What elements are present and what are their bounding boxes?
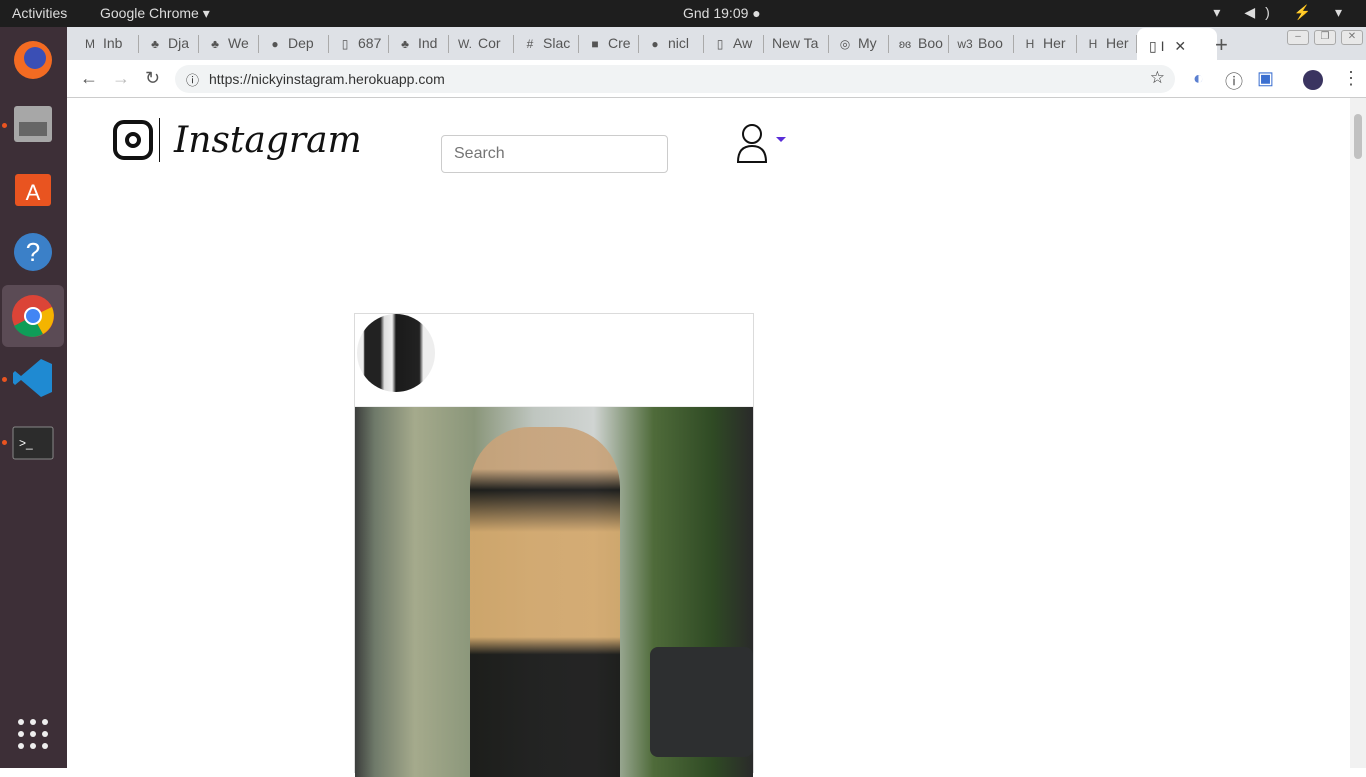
tab-label: Cre — [608, 35, 631, 51]
tab-label: 687 — [358, 35, 382, 51]
bookmark-star-icon[interactable]: ☆ — [1150, 68, 1165, 88]
tab[interactable]: ◎ My — [829, 35, 889, 53]
tab[interactable]: H Her — [1077, 35, 1137, 53]
maximize-button[interactable]: ❐ — [1314, 30, 1336, 45]
svg-text:?: ? — [26, 237, 40, 267]
tab[interactable]: New Ta — [764, 35, 829, 53]
post-avatar[interactable] — [357, 314, 435, 392]
tab-favicon-icon: M — [85, 37, 95, 51]
tab-label: Ind — [418, 35, 438, 51]
activities-button[interactable]: Activities — [12, 5, 67, 21]
chrome-icon[interactable] — [2, 285, 64, 347]
clock[interactable]: Gnd 19:09 ● — [683, 5, 761, 21]
tab-favicon-icon: ● — [271, 37, 279, 51]
tab-label: New Ta — [772, 35, 819, 51]
reload-icon[interactable]: ↻ — [145, 68, 160, 89]
tab-favicon-icon: # — [526, 37, 534, 51]
url-text: https://nickyinstagram.herokuapp.com — [209, 71, 445, 87]
tab-label: We — [228, 35, 249, 51]
files-icon[interactable] — [8, 99, 58, 149]
firefox-icon[interactable] — [8, 35, 58, 85]
address-bar[interactable]: ⓘ https://nickyinstagram.herokuapp.com ☆ — [175, 65, 1175, 93]
tab-label: Inb — [103, 35, 123, 51]
minimize-button[interactable]: – — [1287, 30, 1309, 45]
tab[interactable]: w3 Boo — [949, 35, 1014, 53]
tab-label: nicl — [668, 35, 690, 51]
tab-favicon-icon: w3 — [957, 37, 973, 51]
vscode-icon[interactable] — [8, 353, 58, 403]
page-icon: ▯ — [1149, 38, 1161, 54]
extension-icon[interactable]: ◐ — [1193, 68, 1204, 89]
tab-label: Slac — [543, 35, 571, 51]
scrollbar-thumb[interactable] — [1354, 114, 1362, 159]
system-tray[interactable]: ▾ ◀) ⚡ ▾ — [1213, 4, 1352, 21]
tab-favicon-icon: ♣ — [401, 37, 409, 51]
extension-json-icon[interactable]: ⓘ — [1225, 68, 1243, 94]
tab[interactable]: H Her — [1014, 35, 1077, 53]
svg-text:A: A — [26, 180, 41, 205]
forward-icon[interactable]: → — [112, 68, 130, 89]
tab-favicon-icon: ◎ — [839, 37, 851, 51]
tab[interactable]: ● nicl — [639, 35, 704, 53]
tab-favicon-icon: W. — [458, 37, 472, 51]
tab-label: Her — [1106, 35, 1129, 51]
tab[interactable]: ♣ Ind — [389, 35, 449, 53]
tab-label: Dep — [288, 35, 314, 51]
post-header — [355, 314, 753, 407]
instagram-logo[interactable]: Instagram — [113, 118, 362, 162]
dock: A ? >_ — [0, 27, 67, 768]
tab[interactable]: # Slac — [514, 35, 579, 53]
close-tab-icon[interactable]: ✕ — [1174, 38, 1186, 54]
tab-label: Cor — [478, 35, 501, 51]
help-icon[interactable]: ? — [8, 227, 58, 277]
tab-favicon-icon: H — [1088, 37, 1098, 51]
tab[interactable]: ♣ Dja — [139, 35, 199, 53]
tab-favicon-icon: ▯ — [341, 37, 349, 51]
tab[interactable]: ■ Cre — [579, 35, 639, 53]
post-card — [354, 313, 754, 777]
tab-label: Dja — [168, 35, 190, 51]
scrollbar[interactable] — [1350, 98, 1366, 768]
tab-label: Boo — [918, 35, 943, 51]
tab[interactable]: W. Cor — [449, 35, 514, 53]
back-icon[interactable]: ← — [80, 68, 98, 89]
dropdown-caret-icon[interactable] — [776, 137, 786, 142]
tab-favicon-icon: ʚɞ — [898, 37, 912, 51]
tab[interactable]: M Inb — [74, 35, 139, 53]
new-tab-button[interactable]: + — [1215, 32, 1228, 58]
tab-favicon-icon: ♣ — [211, 37, 219, 51]
tab-favicon-icon: ● — [651, 37, 659, 51]
browser-toolbar: ← → ↻ ⓘ https://nickyinstagram.herokuapp… — [67, 60, 1366, 98]
info-icon[interactable]: ⓘ — [186, 70, 199, 89]
app-menu[interactable]: Google Chrome ▾ — [100, 5, 210, 22]
close-window-button[interactable]: ✕ — [1341, 30, 1363, 45]
post-image[interactable] — [355, 407, 753, 777]
tab-favicon-icon: ■ — [591, 37, 599, 51]
show-applications-icon[interactable] — [8, 709, 58, 759]
tab[interactable]: ▯ 687 — [329, 35, 389, 53]
tab-active[interactable]: ▯ I ✕ — [1137, 28, 1217, 60]
tab[interactable]: ▯ Aw — [704, 35, 764, 53]
tab-label: Aw — [733, 35, 753, 51]
tab[interactable]: ♣ We — [199, 35, 259, 53]
extension-icon[interactable]: ▣ — [1257, 68, 1274, 89]
terminal-icon[interactable]: >_ — [8, 418, 58, 468]
software-center-icon[interactable]: A — [8, 163, 58, 213]
system-top-bar: Activities Google Chrome ▾ Gnd 19:09 ● ▾… — [0, 0, 1366, 27]
camera-icon — [113, 120, 153, 160]
tab-favicon-icon: ♣ — [151, 37, 159, 51]
tab-label: Her — [1043, 35, 1066, 51]
profile-avatar[interactable] — [1303, 70, 1323, 90]
tab-label: My — [858, 35, 877, 51]
user-profile-icon[interactable] — [736, 122, 770, 169]
tab-strip: M Inb ♣ Dja ♣ We ● Dep ▯ 687 ♣ Ind W. Cor # Slac ■ Cre ● ni… — [67, 27, 1366, 60]
svg-text:>_: >_ — [19, 436, 33, 450]
menu-icon[interactable]: ⋮ — [1342, 68, 1360, 89]
tab-favicon-icon: H — [1025, 37, 1035, 51]
tab-favicon-icon: ▯ — [716, 37, 724, 51]
tab-label: Boo — [978, 35, 1003, 51]
tab[interactable]: ʚɞ Boo — [889, 35, 949, 53]
search-input[interactable] — [441, 135, 668, 173]
tab[interactable]: ● Dep — [259, 35, 329, 53]
